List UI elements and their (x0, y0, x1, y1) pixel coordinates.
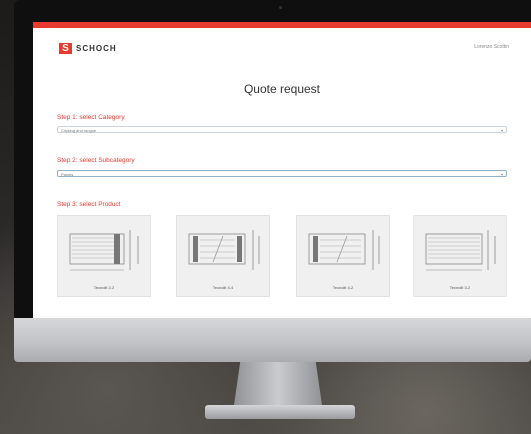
screen: S SCHOCH Lorenzo Scottin Quote request S… (33, 22, 531, 318)
step2-label: Step 2: select Subcategory (57, 157, 135, 164)
product-label: Tecnolit 4-2 (332, 285, 354, 290)
product-drawing-icon (188, 230, 260, 270)
product-card[interactable]: Tecnolit 3-2 (413, 215, 507, 297)
top-accent-bar (33, 22, 531, 28)
logo-mark-icon: S (59, 43, 72, 54)
category-select-value: Clicking and tongue (61, 128, 97, 133)
monitor-chin (14, 318, 531, 362)
step1-label: Step 1: select Category (57, 114, 125, 121)
user-menu-link[interactable]: Lorenzo Scottin (474, 44, 509, 50)
product-grid: Tecnolit 2-2 Tecnolit 4-4 Tecnolit 4-2 T… (57, 215, 507, 301)
product-label: Tecnolit 4-4 (212, 285, 234, 290)
logo[interactable]: S SCHOCH (59, 43, 117, 54)
product-drawing-icon (308, 230, 380, 270)
camera-dot (279, 6, 282, 9)
product-label: Tecnolit 2-2 (93, 285, 115, 290)
step3-label: Step 3: select Product (57, 201, 121, 208)
product-card[interactable]: Tecnolit 2-2 (57, 215, 151, 297)
product-card[interactable]: Tecnolit 4-4 (176, 215, 270, 297)
subcategory-select-value: Panels (61, 172, 74, 177)
product-drawing-icon (425, 230, 496, 271)
product-label: Tecnolit 3-2 (449, 285, 471, 290)
chevron-down-icon: ▾ (500, 172, 503, 177)
monitor-stand-base (205, 405, 355, 419)
page-title: Quote request (243, 82, 321, 96)
product-drawing-icon (69, 230, 139, 271)
category-select[interactable]: Clicking and tongue ▾ (57, 126, 507, 133)
logo-text: SCHOCH (76, 44, 117, 53)
product-card[interactable]: Tecnolit 4-2 (296, 215, 390, 297)
chevron-down-icon: ▾ (500, 128, 503, 133)
subcategory-select[interactable]: Panels ▾ (57, 170, 507, 177)
